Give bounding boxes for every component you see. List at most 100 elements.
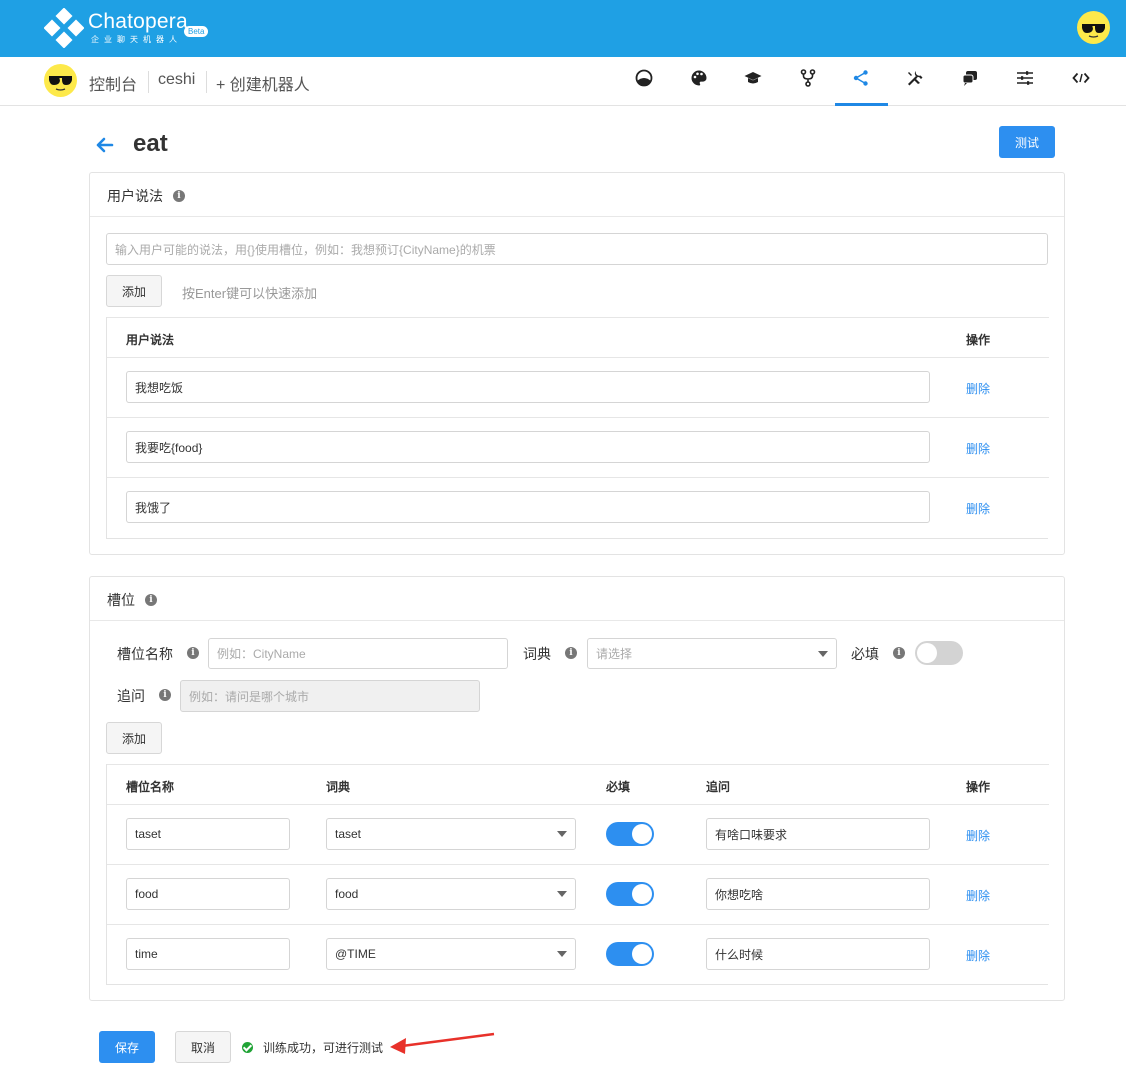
table-divider	[107, 477, 1049, 478]
slot-row-name-input[interactable]: time	[126, 938, 290, 970]
active-tab-indicator	[835, 103, 888, 106]
slot-row-dict-value: taset	[335, 827, 362, 841]
utterance-input[interactable]: 输入用户可能的说法，用{}使用槽位，例如：我想预订{CityName}的机票	[106, 233, 1048, 265]
column-header-utterance: 用户说法	[126, 333, 175, 347]
user-avatar-icon[interactable]	[1077, 11, 1110, 44]
column-header-required: 必填	[606, 780, 631, 794]
column-header-question: 追问	[706, 780, 731, 794]
check-circle-icon	[242, 1042, 253, 1053]
chevron-down-icon	[818, 650, 828, 657]
palette-icon[interactable]	[690, 69, 708, 87]
beta-badge: Beta	[184, 26, 209, 37]
back-arrow-icon[interactable]	[96, 137, 114, 153]
utterances-panel-header: 用户说法 i	[90, 173, 1064, 217]
slot-row-name-input[interactable]: food	[126, 878, 290, 910]
column-header-slot-name: 槽位名称	[126, 780, 175, 794]
dict-label: 词典	[523, 646, 551, 662]
top-header: Chatopera 企业聊天机器人 Beta	[0, 0, 1126, 57]
sliders-icon[interactable]	[1016, 69, 1034, 87]
info-icon[interactable]: i	[173, 190, 185, 202]
toggle-knob	[632, 824, 652, 844]
slot-row-question-input[interactable]: 什么时候	[706, 938, 930, 970]
slot-row-question-input[interactable]: 你想吃啥	[706, 878, 930, 910]
table-divider	[107, 357, 1049, 358]
delete-slot-link[interactable]: 删除	[966, 947, 990, 964]
table-divider	[107, 804, 1049, 805]
toggle-knob	[917, 643, 937, 663]
table-border	[107, 764, 1049, 765]
slot-row-dict-select[interactable]: taset	[326, 818, 576, 850]
slot-row-dict-value: @TIME	[335, 947, 376, 961]
brand-name[interactable]: Chatopera	[88, 10, 188, 34]
info-icon[interactable]: i	[565, 647, 577, 659]
training-status: 训练成功，可进行测试	[242, 1039, 383, 1056]
chat-icon[interactable]	[961, 69, 979, 87]
share-icon[interactable]	[852, 69, 870, 87]
utterances-panel-title: 用户说法	[107, 188, 163, 204]
page-title: eat	[133, 130, 168, 157]
add-slot-button[interactable]: 添加	[106, 722, 162, 754]
add-hint-text: 按Enter键可以快速添加	[182, 286, 318, 301]
utterance-row-input[interactable]: 我要吃{food}	[126, 431, 930, 463]
slot-row-required-toggle[interactable]	[606, 822, 654, 846]
slot-row-name-input[interactable]: taset	[126, 818, 290, 850]
slot-name-input[interactable]: 例如：CityName	[208, 638, 508, 669]
chatopera-logo-icon[interactable]	[44, 8, 84, 48]
utterance-row-input[interactable]: 我想吃饭	[126, 371, 930, 403]
required-toggle[interactable]	[915, 641, 963, 665]
delete-utterance-link[interactable]: 删除	[966, 440, 990, 457]
annotation-arrow-icon	[390, 1032, 495, 1054]
create-bot-link[interactable]: + 创建机器人	[216, 71, 310, 95]
branch-icon[interactable]	[799, 69, 817, 87]
info-icon[interactable]: i	[893, 647, 905, 659]
table-divider	[107, 864, 1049, 865]
required-label: 必填	[851, 646, 879, 662]
slots-panel: 槽位 i 槽位名称 i 例如：CityName 词典 i 请选择 必填 i 追问…	[89, 576, 1065, 1001]
slot-row-required-toggle[interactable]	[606, 882, 654, 906]
breadcrumb-console[interactable]: 控制台	[89, 71, 137, 95]
slot-row-question-input[interactable]: 有啥口味要求	[706, 818, 930, 850]
cancel-button[interactable]: 取消	[175, 1031, 231, 1063]
dict-select-value: 请选择	[596, 647, 633, 661]
question-input[interactable]: 例如：请问是哪个城市	[180, 680, 480, 712]
breadcrumb-bot-name[interactable]: ceshi	[158, 71, 195, 89]
delete-slot-link[interactable]: 删除	[966, 827, 990, 844]
utterance-row-input[interactable]: 我饿了	[126, 491, 930, 523]
save-button[interactable]: 保存	[99, 1031, 155, 1063]
utterances-panel: 用户说法 i 输入用户可能的说法，用{}使用槽位，例如：我想预订{CityNam…	[89, 172, 1065, 555]
delete-utterance-link[interactable]: 删除	[966, 500, 990, 517]
training-status-text: 训练成功，可进行测试	[263, 1041, 384, 1055]
utterances-table: 用户说法 操作 我想吃饭 删除 我要吃{food} 删除 我饿了 删除	[106, 317, 1049, 539]
graduation-cap-icon[interactable]	[744, 69, 762, 87]
dashboard-icon[interactable]	[635, 69, 653, 87]
breadcrumb-divider	[148, 71, 149, 93]
test-button[interactable]: 测试	[999, 126, 1055, 158]
toggle-knob	[632, 884, 652, 904]
table-divider	[107, 924, 1049, 925]
table-border	[107, 317, 1049, 318]
code-icon[interactable]	[1072, 69, 1090, 87]
secondary-navbar: 控制台 ceshi + 创建机器人	[0, 57, 1126, 106]
dict-select[interactable]: 请选择	[587, 638, 837, 669]
info-icon[interactable]: i	[145, 594, 157, 606]
info-icon[interactable]: i	[187, 647, 199, 659]
slot-row-dict-select[interactable]: @TIME	[326, 938, 576, 970]
slots-panel-title: 槽位	[107, 592, 135, 608]
table-divider	[107, 417, 1049, 418]
info-icon[interactable]: i	[159, 689, 171, 701]
slot-row-required-toggle[interactable]	[606, 942, 654, 966]
chevron-down-icon	[557, 951, 567, 957]
column-header-action: 操作	[966, 333, 991, 347]
question-label: 追问	[117, 688, 145, 704]
toggle-knob	[632, 944, 652, 964]
tools-icon[interactable]	[906, 69, 924, 87]
brand-subtitle: 企业聊天机器人	[91, 35, 182, 44]
slots-panel-header: 槽位 i	[90, 577, 1064, 621]
column-header-action: 操作	[966, 780, 991, 794]
delete-slot-link[interactable]: 删除	[966, 887, 990, 904]
add-utterance-button[interactable]: 添加	[106, 275, 162, 307]
delete-utterance-link[interactable]: 删除	[966, 380, 990, 397]
slot-row-dict-select[interactable]: food	[326, 878, 576, 910]
column-header-dict: 词典	[326, 780, 351, 794]
chevron-down-icon	[557, 831, 567, 837]
